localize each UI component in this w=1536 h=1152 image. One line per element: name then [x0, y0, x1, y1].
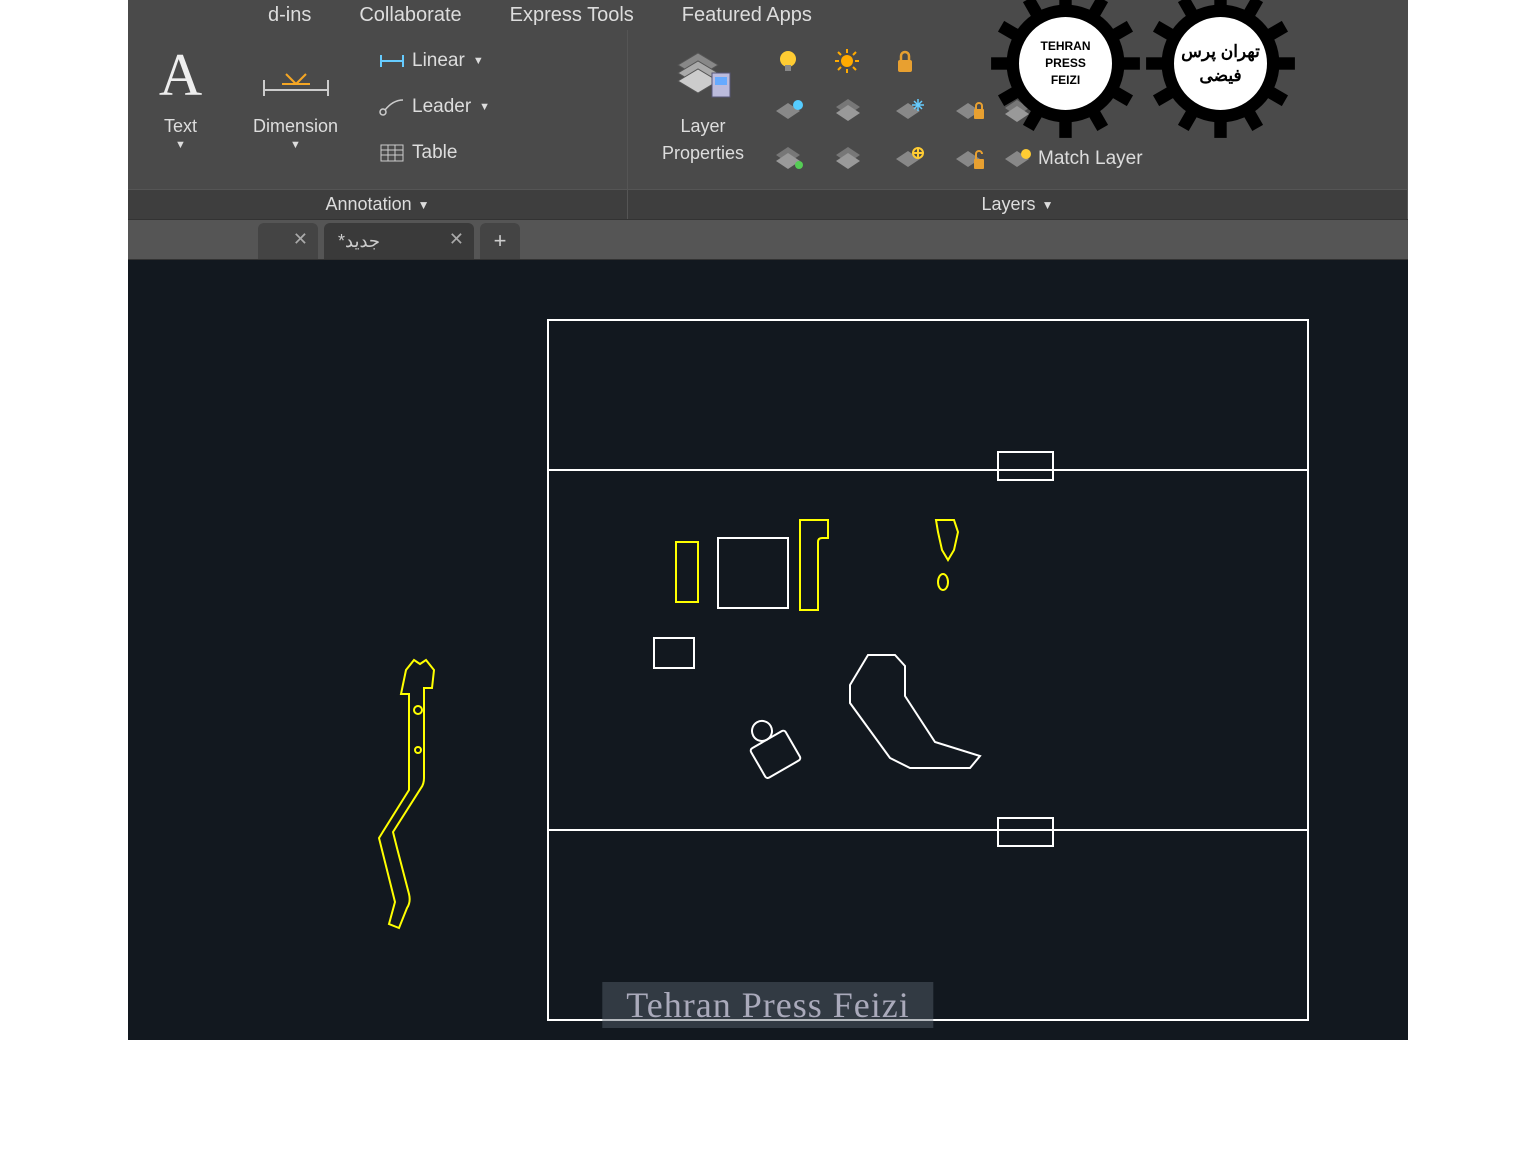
layer-properties-button[interactable]: Layer Properties — [638, 36, 768, 164]
tab-label: جدید* — [338, 231, 380, 252]
layer-unlock-icon[interactable] — [954, 145, 986, 173]
match-layer-button[interactable]: Match Layer — [998, 142, 1143, 176]
watermark-text: Tehran Press Feizi — [602, 982, 933, 1028]
close-icon[interactable]: ✕ — [293, 229, 308, 250]
layer-lock-icon[interactable] — [890, 47, 920, 80]
drawing-canvas[interactable]: Tehran Press Feizi — [128, 260, 1408, 1040]
layer-sun-icon[interactable] — [832, 47, 862, 80]
close-icon[interactable]: ✕ — [449, 229, 464, 250]
chevron-down-icon: ▼ — [479, 101, 490, 113]
chevron-down-icon: ▼ — [175, 139, 186, 151]
match-layer-icon — [998, 146, 1038, 172]
panel-title-layers[interactable]: Layers▼ — [628, 189, 1407, 219]
layer-make-current-icon[interactable] — [774, 145, 806, 173]
layer-match-icon[interactable] — [834, 145, 866, 173]
chevron-down-icon: ▼ — [418, 198, 430, 212]
layer-properties-label-2: Properties — [662, 143, 744, 164]
layer-properties-label-1: Layer — [680, 116, 725, 137]
dimension-icon — [256, 50, 336, 100]
layer-freeze-icon[interactable] — [834, 97, 866, 125]
menu-addins[interactable]: d-ins — [268, 4, 311, 27]
linear-icon — [372, 50, 412, 72]
logo-text-2: FEIZI — [1051, 72, 1080, 89]
logo-gear-en: TEHRAN PRESSFEIZI — [988, 0, 1143, 141]
layer-tools-grid — [768, 36, 992, 186]
file-tab-0[interactable]: ✕ — [258, 223, 318, 259]
text-button[interactable]: A Text ▼ — [138, 36, 223, 151]
menu-featured-apps[interactable]: Featured Apps — [682, 4, 812, 27]
menu-collaborate[interactable]: Collaborate — [359, 4, 461, 27]
chevron-down-icon: ▼ — [290, 139, 301, 151]
dimension-label: Dimension — [253, 116, 338, 137]
leader-button[interactable]: Leader ▼ — [372, 90, 490, 124]
leader-icon — [372, 96, 412, 118]
file-tab-strip: ✕ جدید* ✕ + — [128, 220, 1408, 260]
plus-icon: + — [494, 228, 507, 254]
match-layer-label: Match Layer — [1038, 148, 1143, 170]
layer-lock-small-icon[interactable] — [954, 97, 986, 125]
brand-logos: TEHRAN PRESSFEIZI تهران پرسفیضی — [988, 0, 1298, 141]
text-label: Text — [164, 116, 197, 137]
logo-text-2: فیضی — [1199, 64, 1241, 88]
layer-bulb-on-icon[interactable] — [774, 47, 804, 80]
dimension-button[interactable]: Dimension ▼ — [223, 36, 368, 151]
layer-isolate-icon[interactable] — [894, 97, 926, 125]
table-label: Table — [412, 142, 457, 164]
logo-text-1: تهران پرس — [1181, 40, 1260, 64]
leader-label: Leader — [412, 96, 471, 118]
menu-express-tools[interactable]: Express Tools — [510, 4, 634, 27]
table-button[interactable]: Table — [372, 136, 490, 170]
logo-text-1: TEHRAN PRESS — [1019, 38, 1112, 72]
table-icon — [372, 142, 412, 164]
file-tab-1[interactable]: جدید* ✕ — [324, 223, 474, 259]
new-tab-button[interactable]: + — [480, 223, 520, 259]
panel-title-annotation[interactable]: Annotation▼ — [128, 189, 627, 219]
panel-annotation: A Text ▼ Dimension ▼ Linear ▼ — [128, 30, 628, 219]
chevron-down-icon: ▼ — [1042, 198, 1054, 212]
logo-gear-fa: تهران پرسفیضی — [1143, 0, 1298, 141]
linear-label: Linear — [412, 50, 465, 72]
chevron-down-icon: ▼ — [473, 55, 484, 67]
text-icon: A — [159, 41, 202, 110]
layer-new-icon[interactable] — [894, 145, 926, 173]
layer-properties-icon — [668, 45, 738, 105]
layer-off-icon[interactable] — [774, 97, 806, 125]
linear-button[interactable]: Linear ▼ — [372, 44, 490, 78]
